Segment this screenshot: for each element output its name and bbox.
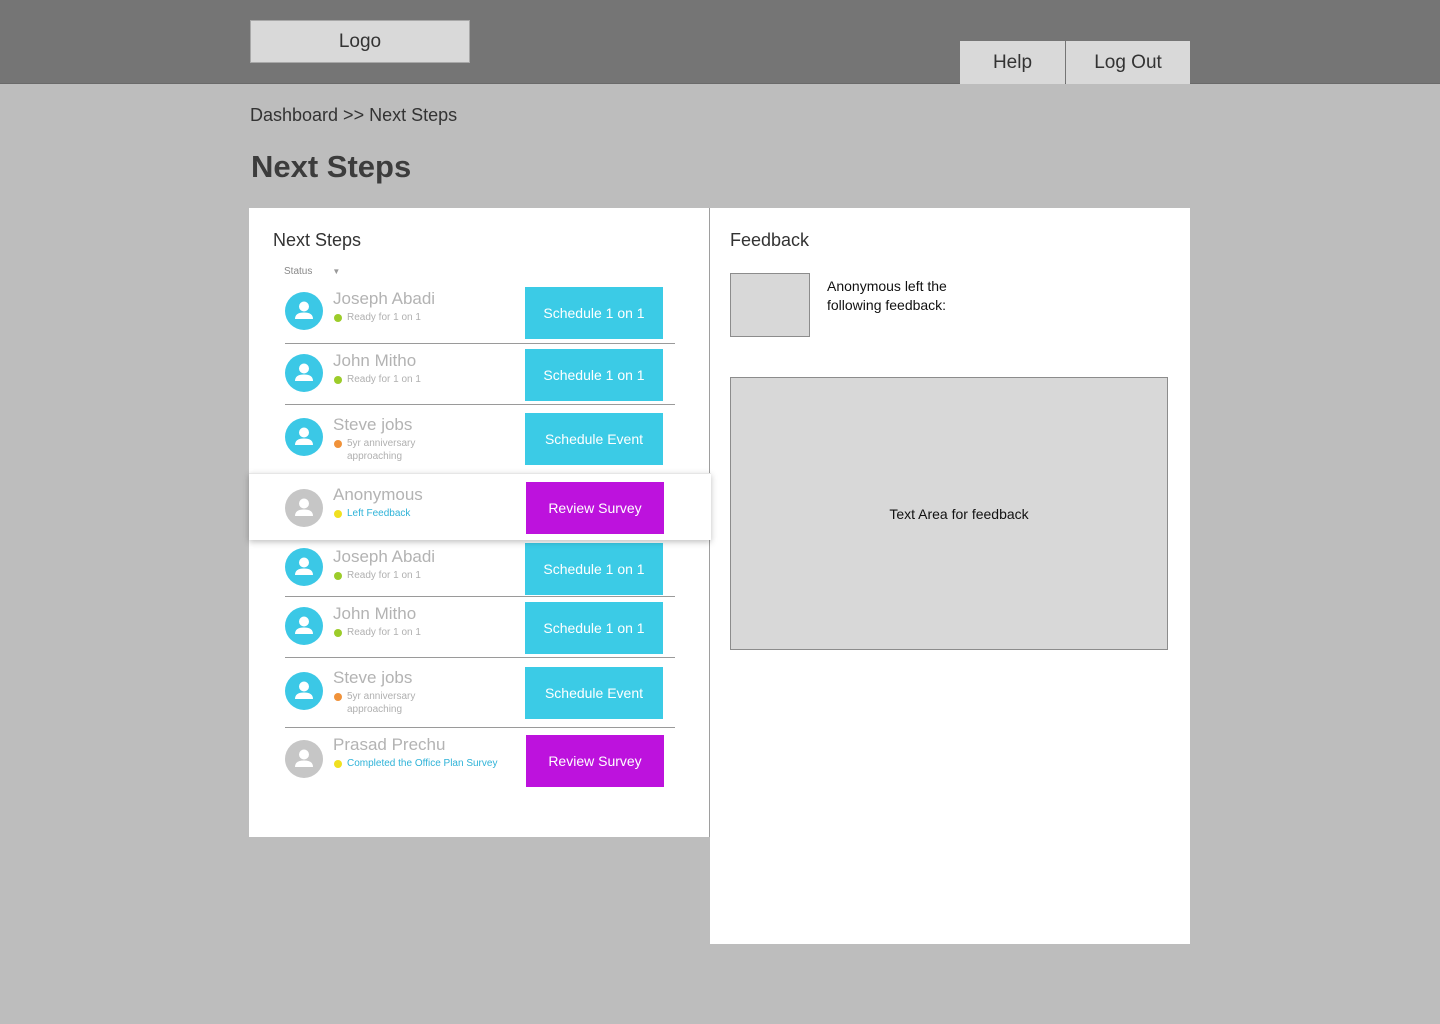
next-steps-panel: Next Steps Status ▼ Joseph Abadi Ready fo…	[249, 208, 711, 837]
row-action-button[interactable]: Schedule 1 on 1	[525, 543, 663, 595]
feedback-textarea-label: Text Area for feedback	[889, 505, 1029, 522]
person-name[interactable]: Steve jobs	[333, 668, 412, 688]
feedback-intro: Anonymous left the following feedback:	[827, 278, 947, 313]
user-avatar-icon	[285, 418, 323, 456]
next-step-row: Joseph Abadi Ready for 1 on 1 Schedule 1 o…	[285, 282, 675, 344]
person-name[interactable]: John Mitho	[333, 351, 416, 371]
status-dot	[334, 510, 342, 518]
status-text: Left Feedback	[347, 508, 411, 519]
status-dot	[334, 572, 342, 580]
row-action-button[interactable]: Schedule Event	[525, 667, 663, 719]
person-name[interactable]: Prasad Prechu	[333, 735, 445, 755]
row-action-button[interactable]: Schedule 1 on 1	[525, 602, 663, 654]
user-avatar-icon	[285, 489, 323, 527]
row-action-button[interactable]: Schedule 1 on 1	[525, 287, 663, 339]
row-action-button[interactable]: Review Survey	[526, 735, 664, 787]
user-avatar-icon	[285, 740, 323, 778]
feedback-panel: Feedback Anonymous left the following fe…	[710, 208, 1190, 944]
feedback-avatar-placeholder	[730, 273, 810, 337]
top-bar: Logo Help Log Out	[0, 0, 1440, 84]
status-text: 5yr anniversary approaching	[347, 438, 416, 462]
status-filter[interactable]: Status ▼	[284, 266, 340, 277]
help-button[interactable]: Help	[960, 41, 1065, 84]
user-avatar-icon	[285, 607, 323, 645]
row-action-button[interactable]: Schedule 1 on 1	[525, 349, 663, 401]
status-dot	[334, 440, 342, 448]
next-step-row: Anonymous Left Feedback Review Survey	[249, 473, 711, 540]
user-avatar-icon	[285, 548, 323, 586]
logout-button[interactable]: Log Out	[1066, 41, 1190, 84]
status-text: 5yr anniversary approaching	[347, 691, 416, 715]
person-name[interactable]: Joseph Abadi	[333, 547, 435, 567]
next-step-row: Steve jobs 5yr anniversary approaching Sch…	[285, 405, 675, 473]
status-dot	[334, 760, 342, 768]
status-text: Ready for 1 on 1	[347, 312, 421, 323]
status-dot	[334, 376, 342, 384]
user-avatar-icon	[285, 292, 323, 330]
status-text: Ready for 1 on 1	[347, 374, 421, 385]
page-title: Next Steps	[251, 149, 412, 184]
status-text: Ready for 1 on 1	[347, 570, 421, 581]
person-name[interactable]: Steve jobs	[333, 415, 412, 435]
status-dot	[334, 629, 342, 637]
user-avatar-icon	[285, 354, 323, 392]
next-step-row: Steve jobs 5yr anniversary approaching Sch…	[285, 658, 675, 728]
next-step-row: John Mitho Ready for 1 on 1 Schedule 1 on …	[285, 344, 675, 405]
status-text: Ready for 1 on 1	[347, 627, 421, 638]
person-name[interactable]: Joseph Abadi	[333, 289, 435, 309]
person-name[interactable]: John Mitho	[333, 604, 416, 624]
row-action-button[interactable]: Review Survey	[526, 482, 664, 534]
row-action-button[interactable]: Schedule Event	[525, 413, 663, 465]
logo[interactable]: Logo	[250, 20, 470, 63]
feedback-heading: Feedback	[730, 230, 810, 250]
next-step-row: Prasad Prechu Completed the Office Plan S…	[285, 728, 675, 794]
status-filter-label: Status	[284, 266, 313, 277]
feedback-textarea[interactable]: Text Area for feedback	[730, 377, 1168, 650]
user-avatar-icon	[285, 672, 323, 710]
caret-down-icon[interactable]: ▼	[332, 267, 340, 276]
status-dot	[334, 693, 342, 701]
next-step-row: John Mitho Ready for 1 on 1 Schedule 1 on …	[285, 597, 675, 658]
next-steps-heading: Next Steps	[273, 230, 362, 250]
breadcrumb[interactable]: Dashboard >> Next Steps	[250, 105, 457, 126]
status-text: Completed the Office Plan Survey	[347, 758, 498, 769]
person-name[interactable]: Anonymous	[333, 485, 423, 505]
next-step-row: Joseph Abadi Ready for 1 on 1 Schedule 1 o…	[285, 540, 675, 597]
status-dot	[334, 314, 342, 322]
